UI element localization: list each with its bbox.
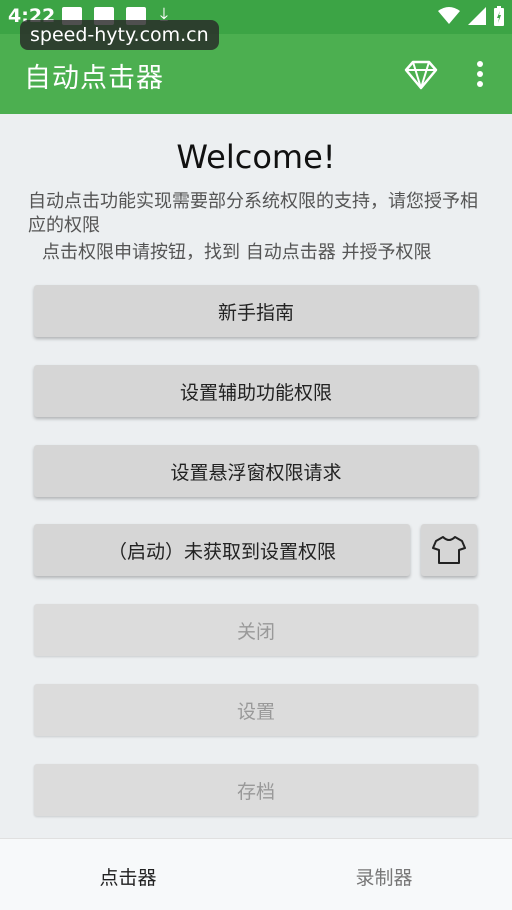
- archive-button[interactable]: 存档: [34, 764, 478, 816]
- diamond-icon: [404, 60, 438, 90]
- more-options-button[interactable]: [470, 56, 490, 94]
- wifi-icon: [438, 7, 460, 24]
- app-title: 自动点击器: [24, 63, 164, 94]
- skin-button[interactable]: [421, 524, 477, 576]
- overlay-permission-button[interactable]: 设置悬浮窗权限请求: [34, 445, 478, 497]
- nav-tab-clicker[interactable]: 点击器: [0, 863, 256, 890]
- permission-description: 自动点击功能实现需要部分系统权限的支持，请您授予相应的权限: [28, 191, 478, 236]
- guide-button[interactable]: 新手指南: [34, 285, 478, 337]
- diamond-button[interactable]: [402, 56, 440, 94]
- welcome-heading: Welcome!: [176, 138, 336, 176]
- close-button[interactable]: 关闭: [34, 604, 478, 656]
- shirt-icon: [432, 536, 466, 564]
- signal-icon: [468, 7, 486, 25]
- watermark-overlay: speed-hyty.com.cn: [20, 20, 219, 50]
- battery-icon: [494, 6, 504, 26]
- nav-tab-recorder[interactable]: 录制器: [256, 863, 512, 890]
- start-button[interactable]: （启动）未获取到设置权限: [34, 524, 410, 576]
- bottom-navigation: 点击器 录制器: [0, 838, 512, 910]
- permission-hint: 点击权限申请按钮，找到 自动点击器 并授予权限: [42, 242, 432, 263]
- accessibility-permission-button[interactable]: 设置辅助功能权限: [34, 365, 478, 417]
- more-vert-icon: [477, 61, 483, 87]
- settings-button[interactable]: 设置: [34, 684, 478, 736]
